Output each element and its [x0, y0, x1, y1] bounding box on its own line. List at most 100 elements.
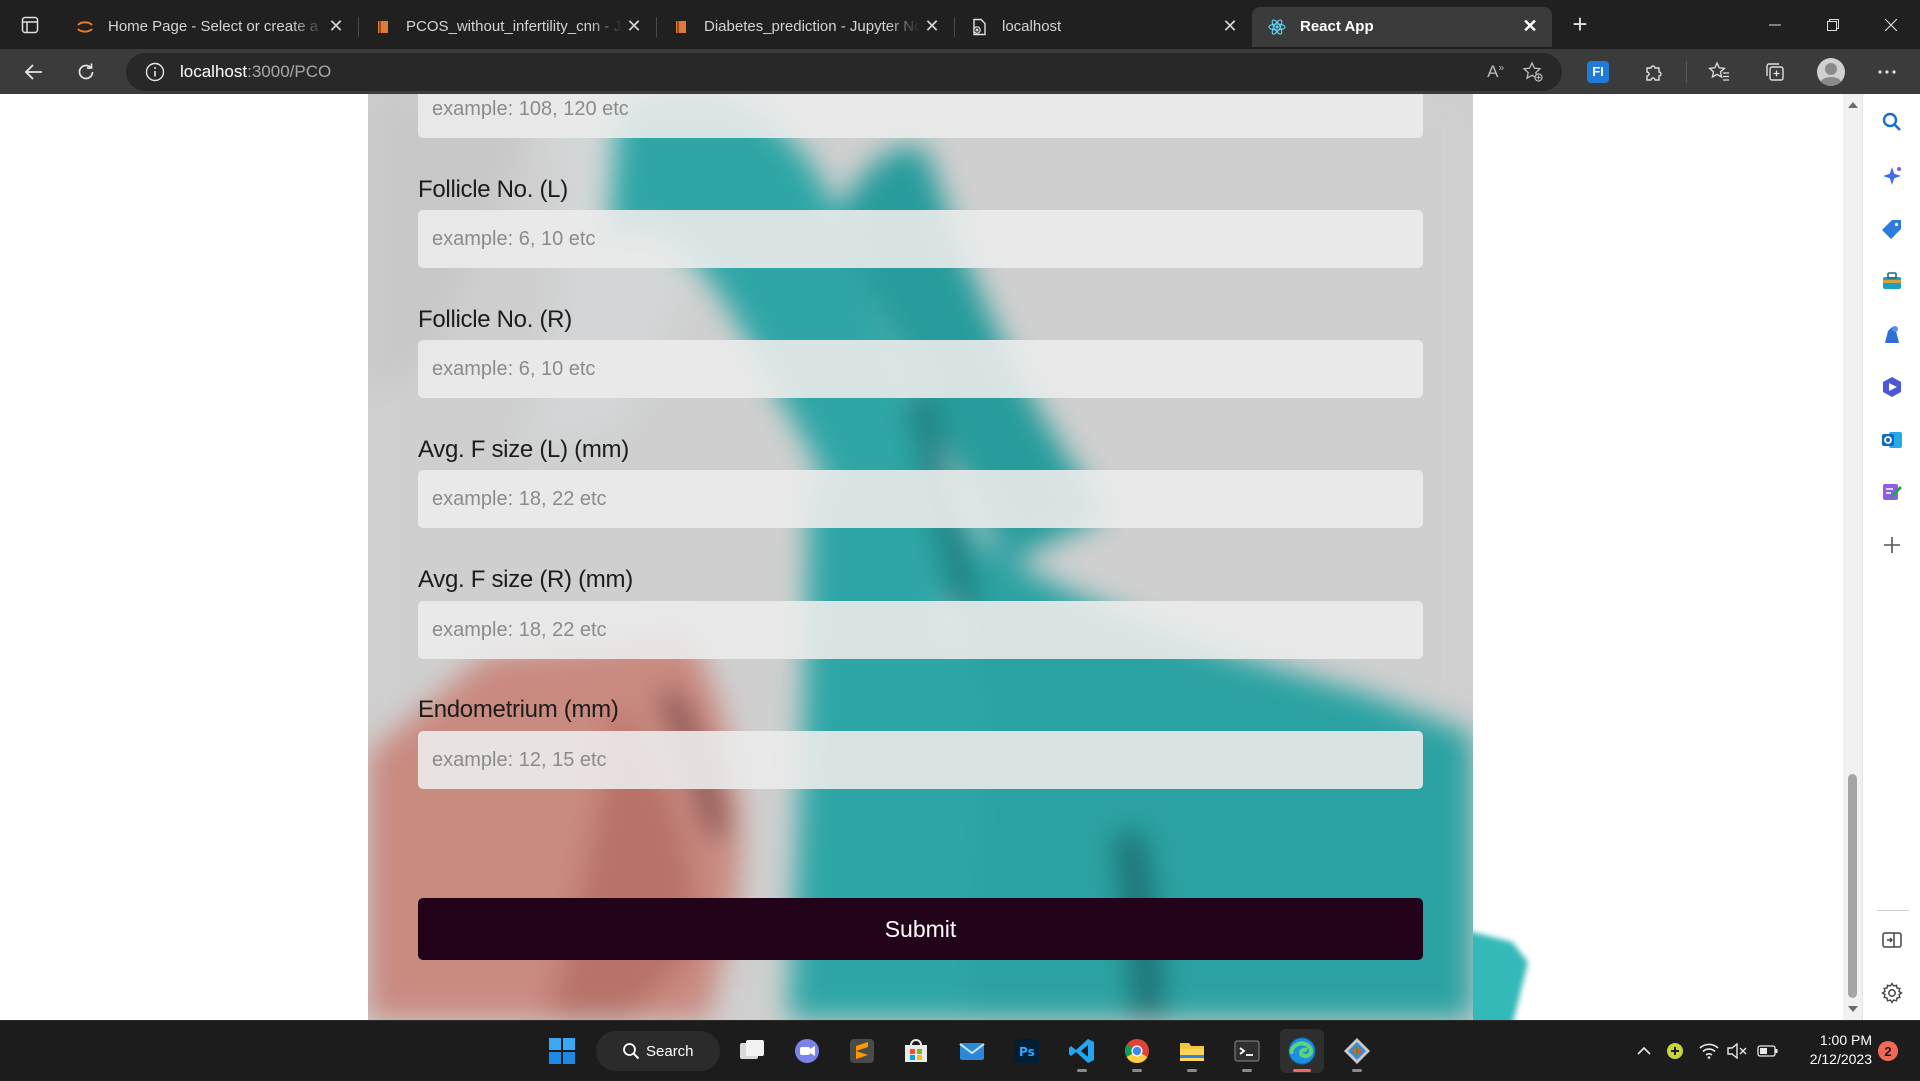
start-button[interactable]: [540, 1029, 584, 1073]
running-indicator: [1352, 1069, 1362, 1072]
new-tab-button[interactable]: +: [1558, 5, 1602, 45]
shopping-tag-icon[interactable]: [1878, 215, 1906, 243]
show-hidden-icons-button[interactable]: [1632, 1021, 1656, 1081]
vscode-icon: [1069, 1039, 1094, 1063]
page-scrollbar[interactable]: [1843, 94, 1862, 1020]
games-icon[interactable]: [1878, 320, 1906, 348]
scroll-down-arrow-icon[interactable]: [1848, 1006, 1858, 1012]
more-dots-icon: [1878, 69, 1896, 74]
microsoft-365-icon[interactable]: [1878, 373, 1906, 401]
microsoft-store-button[interactable]: [894, 1029, 938, 1073]
volume-muted-icon: [1727, 1043, 1747, 1059]
close-tab-icon[interactable]: ✕: [1218, 15, 1242, 39]
drop-icon[interactable]: [1878, 478, 1906, 506]
teams-chat-button[interactable]: [785, 1029, 829, 1073]
extensions-button[interactable]: [1626, 52, 1682, 92]
volume-button[interactable]: [1724, 1021, 1750, 1081]
url-text: localhost:3000/PCO: [180, 62, 331, 82]
tab-diabetes-notebook[interactable]: Diabetes_prediction - Jupyter Notebook ✕: [656, 7, 954, 47]
running-indicator: [1242, 1069, 1252, 1072]
close-tab-icon[interactable]: ✕: [920, 15, 944, 39]
plus-icon: +: [1572, 9, 1588, 39]
tab-jupyter-home[interactable]: Home Page - Select or create a notebook …: [60, 7, 358, 47]
site-info-icon[interactable]: [144, 61, 166, 83]
avg-f-size-right-label: Avg. F size (R) (mm): [418, 566, 633, 593]
tray-app-button[interactable]: [1662, 1021, 1688, 1081]
close-tab-icon[interactable]: ✕: [324, 15, 348, 39]
submit-button[interactable]: Submit: [418, 898, 1423, 960]
outlook-icon[interactable]: [1878, 426, 1906, 454]
mail-button[interactable]: [950, 1029, 994, 1073]
partial-input-field[interactable]: [418, 94, 1423, 138]
add-icon[interactable]: [1878, 531, 1906, 559]
battery-button[interactable]: [1754, 1021, 1782, 1081]
restore-button[interactable]: [1804, 0, 1862, 49]
tab-title: Home Page - Select or create a notebook: [108, 18, 324, 35]
tools-icon[interactable]: [1878, 267, 1906, 295]
endometrium-input[interactable]: [418, 731, 1423, 789]
terminal-button[interactable]: [1225, 1029, 1269, 1073]
minimize-button[interactable]: [1746, 0, 1804, 49]
wifi-button[interactable]: [1696, 1021, 1722, 1081]
clock-time: 1:00 PM: [1819, 1032, 1872, 1048]
extension-fi-button[interactable]: FI: [1570, 52, 1626, 92]
tab-title: Diabetes_prediction - Jupyter Notebook: [704, 18, 920, 35]
battery-icon: [1757, 1045, 1778, 1057]
collections-button[interactable]: [1747, 52, 1803, 92]
taskbar-clock[interactable]: 1:00 PM 2/12/2023: [1796, 1031, 1872, 1069]
tab-pcos-notebook[interactable]: PCOS_without_infertility_cnn - Jupyter N…: [358, 7, 656, 47]
running-indicator: [1077, 1069, 1087, 1072]
search-icon[interactable]: [1878, 108, 1906, 136]
copilot-icon[interactable]: [1878, 162, 1906, 190]
favorites-button[interactable]: [1691, 52, 1747, 92]
taskbar-search[interactable]: Search: [596, 1031, 720, 1071]
tab-react-app[interactable]: React App ✕: [1252, 6, 1552, 47]
settings-icon[interactable]: [1878, 979, 1906, 1007]
close-tab-icon[interactable]: ✕: [1518, 15, 1542, 39]
git-button[interactable]: [1335, 1029, 1379, 1073]
tab-title: PCOS_without_infertility_cnn - Jupyter N…: [406, 18, 622, 35]
teams-chat-icon: [795, 1039, 819, 1063]
split-screen-icon[interactable]: [1878, 926, 1906, 954]
tab-actions-icon: [21, 16, 39, 33]
close-tab-icon[interactable]: ✕: [622, 15, 646, 39]
tab-localhost[interactable]: localhost ✕: [954, 7, 1252, 47]
photoshop-button[interactable]: Ps: [1005, 1029, 1049, 1073]
notification-badge[interactable]: 2: [1878, 1041, 1898, 1061]
edge-button[interactable]: [1280, 1029, 1324, 1073]
terminal-icon: [1234, 1040, 1260, 1062]
close-window-button[interactable]: [1862, 0, 1920, 49]
file-explorer-button[interactable]: [1170, 1029, 1214, 1073]
task-view-button[interactable]: [730, 1029, 774, 1073]
scroll-up-arrow-icon[interactable]: [1848, 102, 1858, 108]
active-indicator: [1293, 1069, 1311, 1072]
add-favorite-icon[interactable]: [1522, 60, 1544, 83]
notebook-icon: [672, 18, 690, 36]
sublime-text-button[interactable]: [840, 1029, 884, 1073]
follicle-right-input[interactable]: [418, 340, 1423, 398]
read-aloud-icon[interactable]: A»: [1487, 62, 1504, 82]
tab-actions-button[interactable]: [0, 0, 60, 49]
address-bar[interactable]: localhost:3000/PCO A»: [126, 52, 1562, 91]
follicle-left-input[interactable]: [418, 210, 1423, 268]
follicle-right-label: Follicle No. (R): [418, 306, 572, 333]
jupyter-icon: [76, 18, 94, 36]
window-controls: [1746, 0, 1920, 49]
scrollbar-thumb[interactable]: [1848, 774, 1857, 998]
mail-icon: [959, 1043, 985, 1060]
microsoft-store-icon: [905, 1039, 927, 1062]
tab-title: localhost: [1002, 18, 1062, 35]
back-button[interactable]: [8, 52, 60, 92]
settings-more-button[interactable]: [1859, 52, 1915, 92]
chrome-icon: [1125, 1039, 1149, 1063]
toolbar-divider: [1686, 60, 1687, 83]
profile-button[interactable]: [1803, 52, 1859, 92]
avg-f-size-right-input[interactable]: [418, 601, 1423, 659]
notebook-icon: [374, 18, 392, 36]
refresh-button[interactable]: [60, 52, 112, 92]
vscode-button[interactable]: [1060, 1029, 1104, 1073]
avg-f-size-left-input[interactable]: [418, 470, 1423, 528]
running-indicator: [1132, 1069, 1142, 1072]
chrome-button[interactable]: [1115, 1029, 1159, 1073]
page-error-icon: [970, 18, 988, 36]
